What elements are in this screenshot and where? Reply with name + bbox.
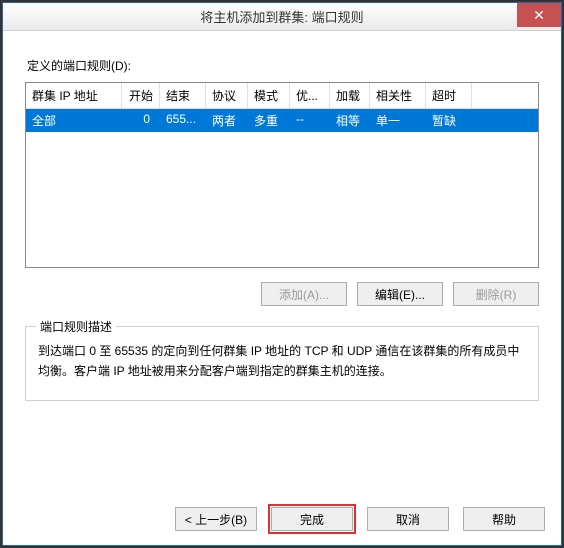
cancel-button[interactable]: 取消 — [367, 507, 449, 531]
back-button[interactable]: < 上一步(B) — [175, 507, 257, 531]
col-mode[interactable]: 模式 — [248, 83, 290, 108]
help-button[interactable]: 帮助 — [463, 507, 545, 531]
port-rules-table[interactable]: 群集 IP 地址 开始 结束 协议 模式 优... 加载 相关性 超时 全部 0… — [25, 82, 539, 268]
edit-button[interactable]: 编辑(E)... — [357, 282, 443, 306]
cell-load: 相等 — [330, 109, 370, 132]
col-priority[interactable]: 优... — [290, 83, 330, 108]
dialog-window: 将主机添加到群集: 端口规则 ✕ 定义的端口规则(D): 群集 IP 地址 开始… — [2, 2, 562, 546]
col-end[interactable]: 结束 — [160, 83, 206, 108]
define-rules-label: 定义的端口规则(D): — [27, 57, 545, 74]
cell-start: 0 — [122, 109, 160, 132]
col-cluster-ip[interactable]: 群集 IP 地址 — [26, 83, 122, 108]
cell-priority: -- — [290, 109, 330, 132]
col-protocol[interactable]: 协议 — [206, 83, 248, 108]
rule-description-group: 端口规则描述 到达端口 0 至 65535 的定向到任何群集 IP 地址的 TC… — [25, 326, 539, 401]
col-affinity[interactable]: 相关性 — [370, 83, 426, 108]
table-row[interactable]: 全部 0 655... 两者 多重 -- 相等 单一 暂缺 — [26, 109, 538, 132]
add-button: 添加(A)... — [261, 282, 347, 306]
groupbox-title: 端口规则描述 — [36, 318, 116, 335]
titlebar: 将主机添加到群集: 端口规则 ✕ — [3, 3, 561, 31]
table-header-row: 群集 IP 地址 开始 结束 协议 模式 优... 加载 相关性 超时 — [26, 83, 538, 109]
rule-description-text: 到达端口 0 至 65535 的定向到任何群集 IP 地址的 TCP 和 UDP… — [38, 341, 526, 382]
cell-mode: 多重 — [248, 109, 290, 132]
content-area: 定义的端口规则(D): 群集 IP 地址 开始 结束 协议 模式 优... 加载… — [3, 31, 561, 417]
wizard-footer: < 上一步(B) 完成 取消 帮助 — [3, 507, 561, 531]
cell-cluster-ip: 全部 — [26, 109, 122, 132]
col-load[interactable]: 加载 — [330, 83, 370, 108]
close-icon: ✕ — [533, 7, 545, 24]
cell-affinity: 单一 — [370, 109, 426, 132]
window-title: 将主机添加到群集: 端口规则 — [200, 7, 363, 26]
cell-timeout: 暂缺 — [426, 109, 472, 132]
cell-end: 655... — [160, 109, 206, 132]
col-timeout[interactable]: 超时 — [426, 83, 472, 108]
col-start[interactable]: 开始 — [122, 83, 160, 108]
close-button[interactable]: ✕ — [517, 3, 561, 27]
rule-buttons-row: 添加(A)... 编辑(E)... 删除(R) — [19, 282, 539, 306]
finish-button[interactable]: 完成 — [271, 507, 353, 531]
remove-button: 删除(R) — [453, 282, 539, 306]
cell-protocol: 两者 — [206, 109, 248, 132]
